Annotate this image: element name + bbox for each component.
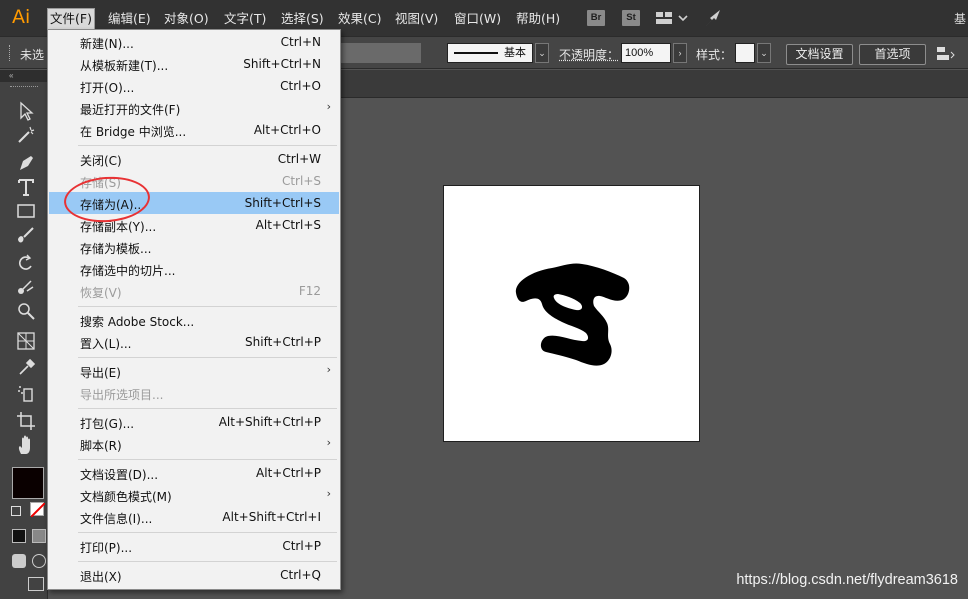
workspace-label[interactable]: 基 [954, 10, 966, 27]
stock-icon[interactable]: St [622, 10, 640, 26]
menu-effect[interactable]: 效果(C) [336, 9, 383, 29]
gradient-mode-icon[interactable] [32, 529, 46, 543]
menu-item-exit[interactable]: 退出(X) Ctrl+Q [49, 564, 339, 586]
gpu-performance-icon[interactable] [704, 8, 724, 28]
menu-separator [78, 306, 337, 307]
file-menu-dropdown: 新建(N)... Ctrl+N 从模板新建(T)... Shift+Ctrl+N 打… [47, 29, 341, 590]
menu-separator [78, 357, 337, 358]
menu-item-scripts[interactable]: 脚本(R) › [49, 433, 339, 455]
style-label: 样式： [696, 48, 733, 62]
menu-item-search-adobe-stock[interactable]: 搜索 Adobe Stock... [49, 309, 339, 331]
symbol-sprayer-icon[interactable] [15, 382, 37, 404]
menu-item-package[interactable]: 打包(G)... Alt+Shift+Ctrl+P [49, 411, 339, 433]
paintbrush-tool-icon[interactable] [15, 224, 37, 246]
menu-file[interactable]: 文件(F) [47, 8, 95, 30]
align-icon[interactable] [935, 45, 957, 63]
pen-tool-icon[interactable] [15, 152, 37, 174]
menu-view[interactable]: 视图(V) [393, 9, 440, 29]
eyedropper-icon[interactable] [15, 356, 37, 378]
panel-grip [10, 86, 38, 89]
menu-item-place[interactable]: 置入(L)... Shift+Ctrl+P [49, 331, 339, 353]
menu-item-open-recent[interactable]: 最近打开的文件(F) › [49, 97, 339, 119]
menu-select[interactable]: 选择(S) [279, 9, 326, 29]
menu-item-print[interactable]: 打印(P)... Ctrl+P [49, 535, 339, 557]
graphic-style-swatch[interactable] [735, 43, 755, 63]
opacity-input[interactable]: 100% [621, 43, 671, 63]
grip-icon [9, 45, 12, 61]
menu-item-file-info[interactable]: 文件信息(I)... Alt+Shift+Ctrl+I [49, 506, 339, 528]
menu-item-open[interactable]: 打开(O)... Ctrl+O [49, 75, 339, 97]
perspective-grid-icon[interactable] [15, 330, 37, 352]
chevron-down-icon[interactable]: ⌄ [535, 43, 549, 63]
menu-item-new-from-template[interactable]: 从模板新建(T)... Shift+Ctrl+N [49, 53, 339, 75]
chevron-down-icon[interactable]: ⌄ [757, 43, 771, 63]
magic-wand-icon[interactable] [15, 124, 37, 146]
menu-item-document-setup[interactable]: 文档设置(D)... Alt+Ctrl+P [49, 462, 339, 484]
artboard[interactable] [443, 185, 700, 442]
menu-item-revert[interactable]: 恢复(V) F12 [49, 280, 339, 302]
menu-separator [78, 408, 337, 409]
hand-tool-icon[interactable] [15, 434, 37, 456]
default-colors-icon[interactable] [11, 506, 21, 516]
bridge-icon[interactable]: Br [587, 10, 605, 26]
menu-separator [78, 459, 337, 460]
rotate-tool-icon[interactable] [15, 252, 37, 274]
selection-status: 未选 [20, 48, 45, 62]
illustrator-logo: Ai [12, 6, 31, 28]
menu-edit[interactable]: 编辑(E) [106, 9, 153, 29]
menu-item-save-selected-slices[interactable]: 存储选中的切片... [49, 258, 339, 280]
stroke-none-swatch[interactable] [30, 502, 46, 518]
stroke-line-preview [454, 52, 498, 54]
menu-item-new[interactable]: 新建(N)... Ctrl+N [49, 31, 339, 53]
shape-builder-icon[interactable] [15, 300, 37, 322]
opacity-label[interactable]: 不透明度： [559, 46, 619, 63]
arrange-documents-icon[interactable] [655, 10, 689, 26]
selection-tool-icon[interactable] [15, 100, 37, 122]
stroke-profile-label: 基本 [504, 47, 526, 59]
menu-separator [78, 532, 337, 533]
color-mode-icon[interactable] [12, 529, 26, 543]
menu-separator [78, 145, 337, 146]
fill-color-swatch[interactable] [12, 467, 44, 499]
submenu-arrow-icon: › [326, 363, 331, 376]
menu-item-browse-bridge[interactable]: 在 Bridge 中浏览... Alt+Ctrl+O [49, 119, 339, 141]
menu-item-close[interactable]: 关闭(C) Ctrl+W [49, 148, 339, 170]
submenu-arrow-icon: › [326, 487, 331, 500]
artboard-tool-icon[interactable] [15, 410, 37, 432]
draw-behind-icon[interactable] [32, 554, 46, 568]
menu-window[interactable]: 窗口(W) [452, 9, 503, 29]
chevron-right-icon[interactable]: › [673, 43, 687, 63]
artwork-glyph [515, 263, 630, 366]
menu-item-document-color-mode[interactable]: 文档颜色模式(M) › [49, 484, 339, 506]
preferences-button[interactable]: 首选项 [859, 44, 926, 65]
menu-separator [78, 561, 337, 562]
collapse-panel-icon[interactable]: « [0, 70, 48, 82]
stroke-weight-field[interactable] [341, 43, 421, 63]
menu-item-export[interactable]: 导出(E) › [49, 360, 339, 382]
rectangle-tool-icon[interactable] [15, 200, 37, 222]
puppet-warp-icon[interactable] [15, 276, 37, 298]
menu-help[interactable]: 帮助(H) [514, 9, 562, 29]
submenu-arrow-icon: › [326, 100, 331, 113]
screen-mode-icon[interactable] [28, 577, 44, 591]
stroke-profile-select[interactable]: 基本 [447, 43, 533, 63]
watermark-url: https://blog.csdn.net/flydream3618 [736, 572, 958, 588]
menu-object[interactable]: 对象(O) [162, 9, 211, 29]
draw-normal-icon[interactable] [12, 554, 26, 568]
menu-type[interactable]: 文字(T) [222, 9, 268, 29]
menu-item-save-as-template[interactable]: 存储为模板... [49, 236, 339, 258]
menu-item-export-selection[interactable]: 导出所选项目... [49, 382, 339, 404]
type-tool-icon[interactable] [15, 176, 37, 198]
document-setup-button[interactable]: 文档设置 [786, 44, 853, 65]
tools-panel [0, 82, 48, 599]
submenu-arrow-icon: › [326, 436, 331, 449]
